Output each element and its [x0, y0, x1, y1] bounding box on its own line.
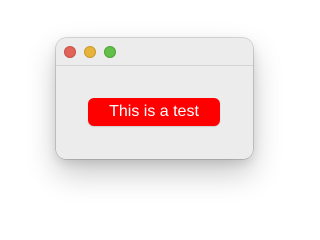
app-window: This is a test	[56, 38, 253, 159]
window-titlebar[interactable]	[56, 38, 253, 66]
test-button[interactable]: This is a test	[88, 98, 220, 126]
minimize-button[interactable]	[84, 46, 96, 58]
window-content: This is a test	[56, 66, 253, 159]
desktop-background: This is a test	[0, 0, 309, 233]
zoom-button[interactable]	[104, 46, 116, 58]
close-button[interactable]	[64, 46, 76, 58]
